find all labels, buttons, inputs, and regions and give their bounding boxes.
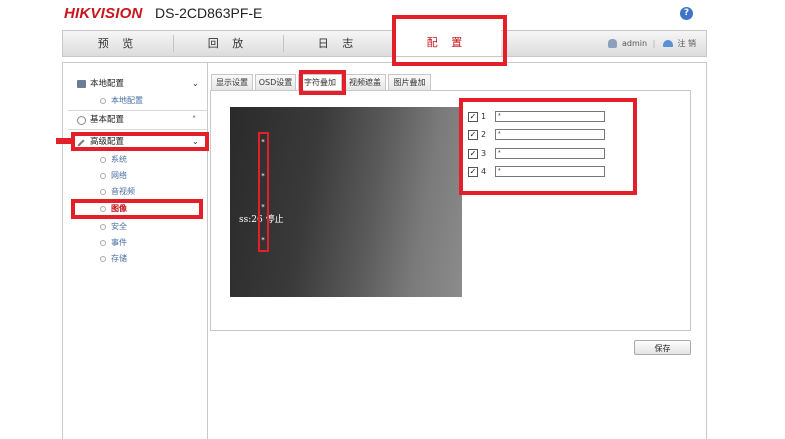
sidebar-item-audio-video[interactable]: 音视频 [100,185,135,199]
tab-preview[interactable]: 预 览 [63,31,173,56]
sidebar-item-security[interactable]: 安全 [100,220,127,234]
gear-icon [77,116,86,125]
sidebar-item-label: 本地配置 [111,96,143,105]
tab-privacy-mask[interactable]: 视频遮盖 [344,74,386,90]
annotation-arrow-bar [56,138,71,144]
hikvision-logo: HIKVISION [64,5,143,22]
bullet-icon [100,239,106,246]
divider [68,129,207,130]
bullet-icon [100,255,106,262]
user-separator: | [652,39,656,48]
sidebar-item-label: 网络 [111,171,127,180]
annotation-box-overlay-rows [459,98,637,195]
sidebar-item-events[interactable]: 事件 [100,236,127,250]
help-icon[interactable]: ? [680,7,693,20]
annotation-box-text-overlay-tab [299,70,346,95]
annotation-box-config-tab [392,15,507,66]
sidebar-item-label: 事件 [111,238,127,247]
chevron-up-icon: ˄ [192,115,196,124]
sidebar-item-storage[interactable]: 存储 [100,252,127,266]
sidebar-section-local[interactable]: 本地配置 ⌄ [68,75,208,93]
monitor-icon [77,80,86,88]
sidebar-item-system[interactable]: 系统 [100,153,127,167]
sidebar-item-label: 安全 [111,222,127,231]
bullet-icon [100,156,106,163]
tab-picture-overlay[interactable]: 图片叠加 [388,74,431,90]
bullet-icon [100,172,106,179]
annotation-box-advanced [71,132,209,151]
annotation-box-image [71,199,203,219]
device-model: DS-2CD863PF-E [155,5,263,21]
sidebar-section-label: 本地配置 [90,79,125,89]
annotation-box-markers [258,132,269,252]
tab-log[interactable]: 日 志 [283,31,393,56]
top-nav: 预 览 回 放 日 志 配 置 admin | 注 销 [62,29,707,57]
username: admin [622,39,648,48]
sidebar-item-label: 系统 [111,155,127,164]
sidebar-item-label: 音视频 [111,187,135,196]
bullet-icon [100,97,106,104]
user-area: admin | 注 销 [608,31,696,56]
tab-playback[interactable]: 回 放 [173,31,283,56]
sidebar-section-label: 基本配置 [90,115,125,125]
bullet-icon [100,188,106,195]
chevron-down-icon: ⌄ [192,79,199,88]
sidebar-item-local-config[interactable]: 本地配置 [100,94,143,108]
user-icon [608,39,618,48]
save-button[interactable]: 保存 [634,340,691,355]
bullet-icon [100,223,106,230]
sidebar-item-network[interactable]: 网络 [100,169,127,183]
tab-osd-settings[interactable]: OSD设置 [255,74,296,90]
sidebar-section-basic[interactable]: 基本配置 ˄ [68,111,208,129]
tab-display-settings[interactable]: 显示设置 [211,74,253,90]
logout-icon[interactable] [662,40,673,47]
sidebar-item-label: 存储 [111,254,127,263]
logout-link[interactable]: 注 销 [677,39,696,48]
